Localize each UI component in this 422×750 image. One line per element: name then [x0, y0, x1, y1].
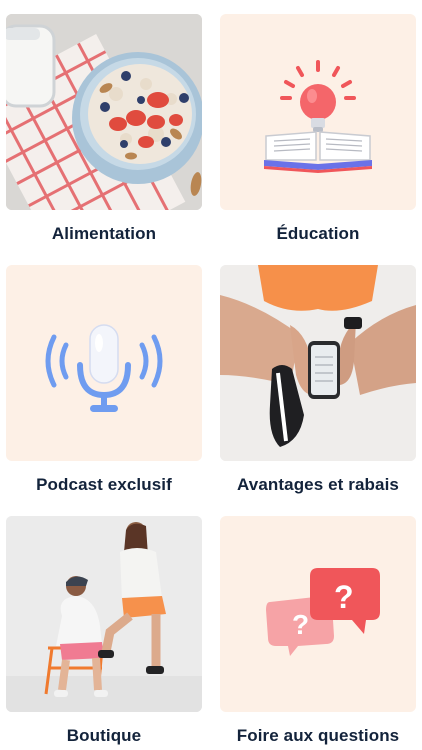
category-label: Éducation	[276, 224, 360, 243]
microphone-icon	[6, 265, 202, 461]
category-card-alimentation[interactable]: Alimentation	[6, 14, 202, 243]
lightbulb-book-icon	[220, 14, 416, 210]
category-card-boutique[interactable]: Boutique	[6, 516, 202, 745]
alimentation-image	[6, 14, 202, 210]
question-bubbles-icon: ? ?	[220, 516, 416, 712]
category-label: Alimentation	[51, 224, 157, 243]
category-card-faq[interactable]: ? ? Foire aux questions	[220, 516, 416, 745]
category-label: Boutique	[66, 726, 142, 745]
svg-text:?: ?	[334, 579, 354, 615]
category-card-avantages[interactable]: Avantages et rabais	[220, 265, 416, 494]
category-card-podcast[interactable]: Podcast exclusif	[6, 265, 202, 494]
svg-text:?: ?	[292, 609, 309, 640]
category-grid: Alimentation Éducation Podcast exclusif …	[0, 0, 422, 750]
category-label: Avantages et rabais	[237, 475, 399, 494]
category-card-education[interactable]: Éducation	[220, 14, 416, 243]
avantages-image	[220, 265, 416, 461]
boutique-image	[6, 516, 202, 712]
category-label: Foire aux questions	[236, 726, 400, 745]
category-label: Podcast exclusif	[36, 475, 172, 494]
